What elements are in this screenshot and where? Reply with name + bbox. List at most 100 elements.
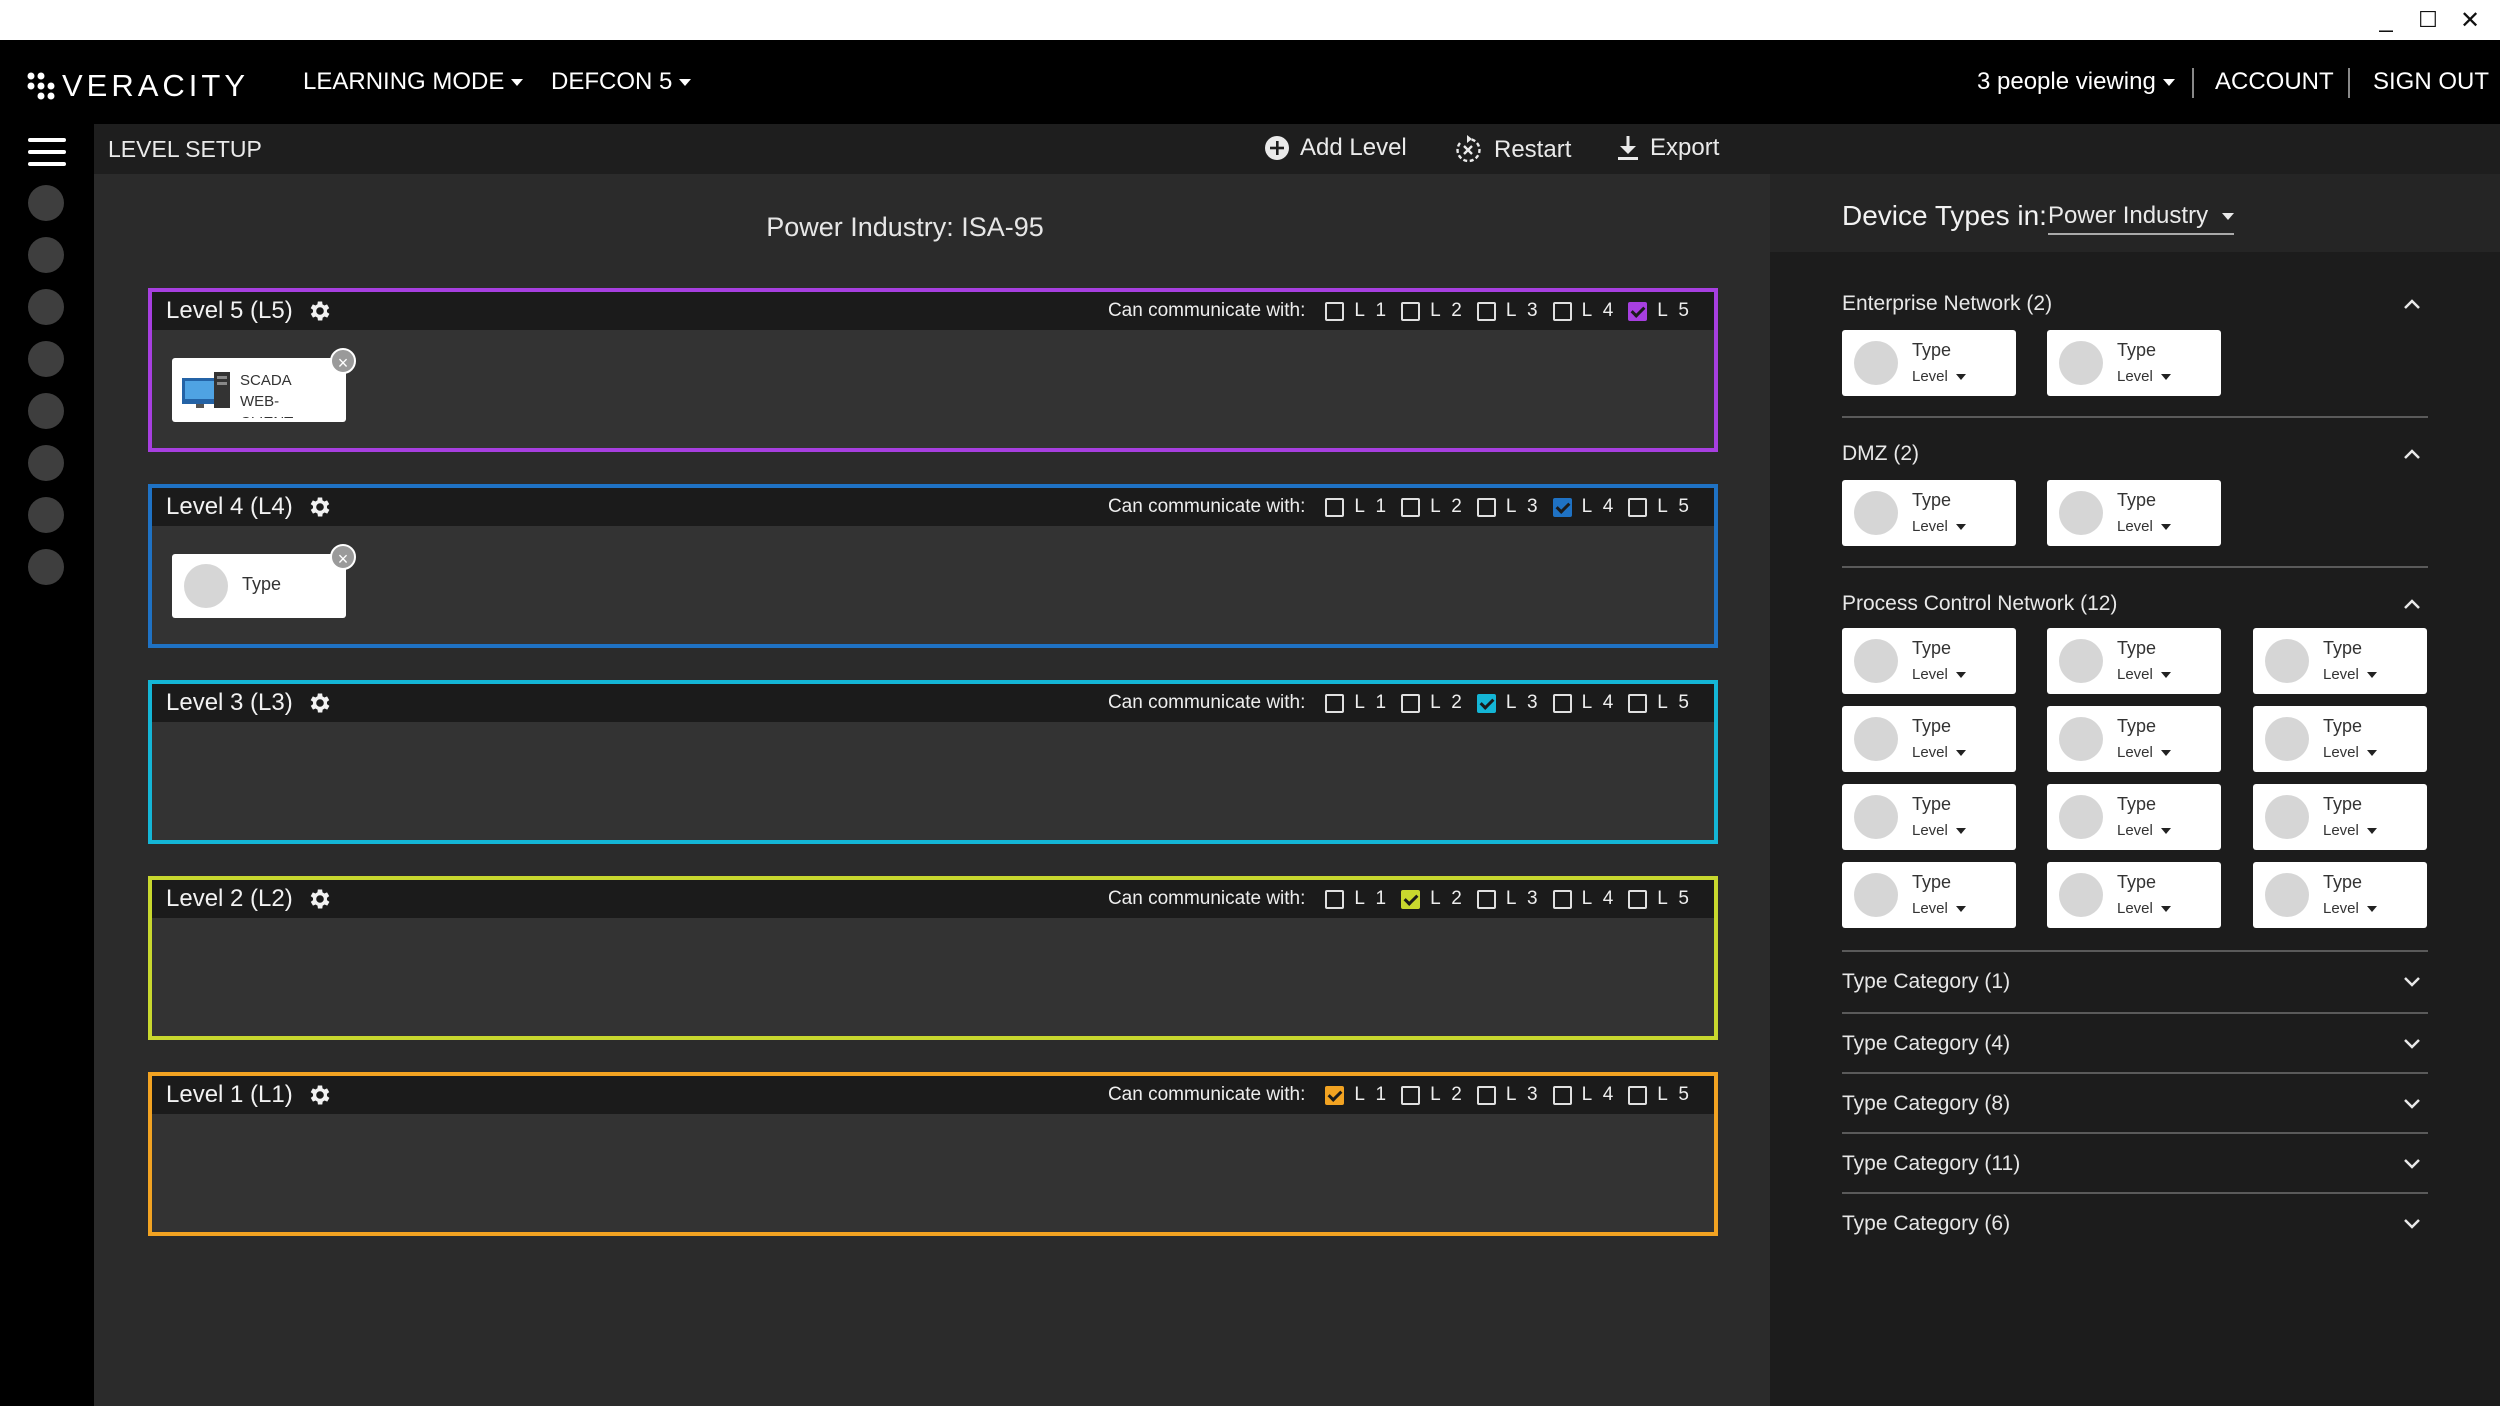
- checkbox-box[interactable]: [1552, 1085, 1572, 1105]
- rail-item-3[interactable]: [28, 289, 64, 325]
- logo[interactable]: VERACITY: [26, 68, 249, 104]
- gear-icon[interactable]: [307, 1082, 333, 1108]
- tile-level-dropdown[interactable]: Level: [2323, 822, 2377, 839]
- rail-item-5[interactable]: [28, 393, 64, 429]
- hamburger-menu-icon[interactable]: [28, 138, 66, 166]
- checkbox-box[interactable]: [1476, 889, 1496, 909]
- level-panel[interactable]: Level 2 (L2) Can communicate with: L 1 L…: [148, 876, 1718, 1040]
- sign-out-link[interactable]: SIGN OUT: [2373, 68, 2489, 96]
- tile-level-dropdown[interactable]: Level: [1912, 518, 1966, 535]
- device-type-tile[interactable]: Type Level: [1842, 628, 2016, 694]
- level-checkbox[interactable]: L 4: [1552, 300, 1617, 322]
- tile-level-dropdown[interactable]: Level: [2323, 744, 2377, 761]
- checkbox-box[interactable]: [1628, 1085, 1648, 1105]
- tile-level-dropdown[interactable]: Level: [1912, 744, 1966, 761]
- level-settings-button[interactable]: [307, 298, 333, 324]
- checkbox-box[interactable]: [1401, 693, 1421, 713]
- remove-device-button[interactable]: ×: [330, 348, 356, 374]
- level-checkbox[interactable]: L 1: [1325, 1084, 1389, 1106]
- collapse-toggle[interactable]: [2402, 597, 2422, 611]
- device-card[interactable]: SCADA WEB-CLIENT ×: [172, 348, 356, 422]
- level-checkbox[interactable]: L 1: [1325, 888, 1389, 910]
- rail-item-7[interactable]: [28, 497, 64, 533]
- tile-level-dropdown[interactable]: Level: [1912, 666, 1966, 683]
- rail-item-8[interactable]: [28, 549, 64, 585]
- tile-level-dropdown[interactable]: Level: [2323, 900, 2377, 917]
- tile-level-dropdown[interactable]: Level: [2117, 900, 2171, 917]
- level-checkbox[interactable]: L 3: [1476, 888, 1541, 910]
- level-checkbox[interactable]: L 3: [1476, 496, 1541, 518]
- collapse-toggle[interactable]: [2402, 1097, 2422, 1111]
- gear-icon[interactable]: [307, 494, 333, 520]
- tile-level-dropdown[interactable]: Level: [1912, 900, 1966, 917]
- level-settings-button[interactable]: [307, 690, 333, 716]
- tile-level-dropdown[interactable]: Level: [1912, 368, 1966, 385]
- level-checkbox[interactable]: L 5: [1628, 888, 1692, 910]
- tile-level-dropdown[interactable]: Level: [2117, 666, 2171, 683]
- checkbox-box[interactable]: [1325, 889, 1345, 909]
- level-checkbox[interactable]: L 1: [1325, 692, 1389, 714]
- checkbox-box[interactable]: [1401, 889, 1421, 909]
- category-section-header[interactable]: Enterprise Network (2): [1842, 288, 2428, 320]
- remove-device-button[interactable]: ×: [330, 544, 356, 570]
- account-link[interactable]: ACCOUNT: [2215, 68, 2334, 96]
- level-checkbox[interactable]: L 4: [1552, 888, 1617, 910]
- checkbox-box[interactable]: [1628, 693, 1648, 713]
- collapse-toggle[interactable]: [2402, 297, 2422, 311]
- tile-level-dropdown[interactable]: Level: [2117, 744, 2171, 761]
- device-type-tile[interactable]: Type Level: [1842, 784, 2016, 850]
- device-type-tile[interactable]: Type Level: [2253, 862, 2427, 928]
- add-level-button[interactable]: Add Level: [1264, 134, 1407, 162]
- device-type-tile[interactable]: Type Level: [2253, 628, 2427, 694]
- defcon-dropdown[interactable]: DEFCON 5: [551, 68, 692, 96]
- level-panel[interactable]: Level 4 (L4) Can communicate with: L 1 L…: [148, 484, 1718, 648]
- checkbox-box[interactable]: [1552, 693, 1572, 713]
- checkbox-box[interactable]: [1401, 497, 1421, 517]
- rail-item-4[interactable]: [28, 341, 64, 377]
- device-type-tile[interactable]: Type Level: [2047, 706, 2221, 772]
- tile-level-dropdown[interactable]: Level: [2323, 666, 2377, 683]
- level-panel[interactable]: Level 1 (L1) Can communicate with: L 1 L…: [148, 1072, 1718, 1236]
- category-section-header[interactable]: Type Category (6): [1842, 1208, 2428, 1240]
- export-button[interactable]: Export: [1616, 134, 1719, 162]
- level-checkbox[interactable]: L 5: [1628, 692, 1692, 714]
- level-checkbox[interactable]: L 4: [1552, 692, 1617, 714]
- category-section-header[interactable]: Type Category (11): [1842, 1148, 2428, 1180]
- device-type-tile[interactable]: Type Level: [2047, 862, 2221, 928]
- level-settings-button[interactable]: [307, 1082, 333, 1108]
- checkbox-box[interactable]: [1325, 1085, 1345, 1105]
- device-type-tile[interactable]: Type Level: [2047, 784, 2221, 850]
- level-checkbox[interactable]: L 2: [1401, 888, 1465, 910]
- level-checkbox[interactable]: L 3: [1476, 1084, 1541, 1106]
- checkbox-box[interactable]: [1401, 301, 1421, 321]
- maximize-button[interactable]: ☐: [2408, 6, 2448, 34]
- rail-item-1[interactable]: [28, 185, 64, 221]
- checkbox-box[interactable]: [1325, 301, 1345, 321]
- gear-icon[interactable]: [307, 298, 333, 324]
- restart-button[interactable]: Restart: [1452, 134, 1571, 166]
- tile-level-dropdown[interactable]: Level: [2117, 368, 2171, 385]
- level-checkbox[interactable]: L 3: [1476, 300, 1541, 322]
- device-type-tile[interactable]: Type Level: [1842, 330, 2016, 396]
- gear-icon[interactable]: [307, 690, 333, 716]
- device-type-tile[interactable]: Type Level: [2047, 628, 2221, 694]
- level-panel[interactable]: Level 5 (L5) Can communicate with: L 1 L…: [148, 288, 1718, 452]
- device-type-tile[interactable]: Type Level: [1842, 706, 2016, 772]
- checkbox-box[interactable]: [1325, 497, 1345, 517]
- tile-level-dropdown[interactable]: Level: [2117, 822, 2171, 839]
- checkbox-box[interactable]: [1325, 693, 1345, 713]
- level-checkbox[interactable]: L 2: [1401, 692, 1465, 714]
- level-checkbox[interactable]: L 5: [1628, 496, 1692, 518]
- level-checkbox[interactable]: L 3: [1476, 692, 1541, 714]
- collapse-toggle[interactable]: [2402, 447, 2422, 461]
- level-checkbox[interactable]: L 1: [1325, 496, 1389, 518]
- checkbox-box[interactable]: [1628, 497, 1648, 517]
- checkbox-box[interactable]: [1628, 301, 1648, 321]
- learning-mode-dropdown[interactable]: LEARNING MODE: [303, 68, 524, 96]
- device-type-tile[interactable]: Type Level: [2253, 784, 2427, 850]
- viewers-dropdown[interactable]: 3 people viewing: [1977, 68, 2175, 96]
- level-panel[interactable]: Level 3 (L3) Can communicate with: L 1 L…: [148, 680, 1718, 844]
- checkbox-box[interactable]: [1628, 889, 1648, 909]
- checkbox-box[interactable]: [1552, 301, 1572, 321]
- device-type-tile[interactable]: Type Level: [1842, 862, 2016, 928]
